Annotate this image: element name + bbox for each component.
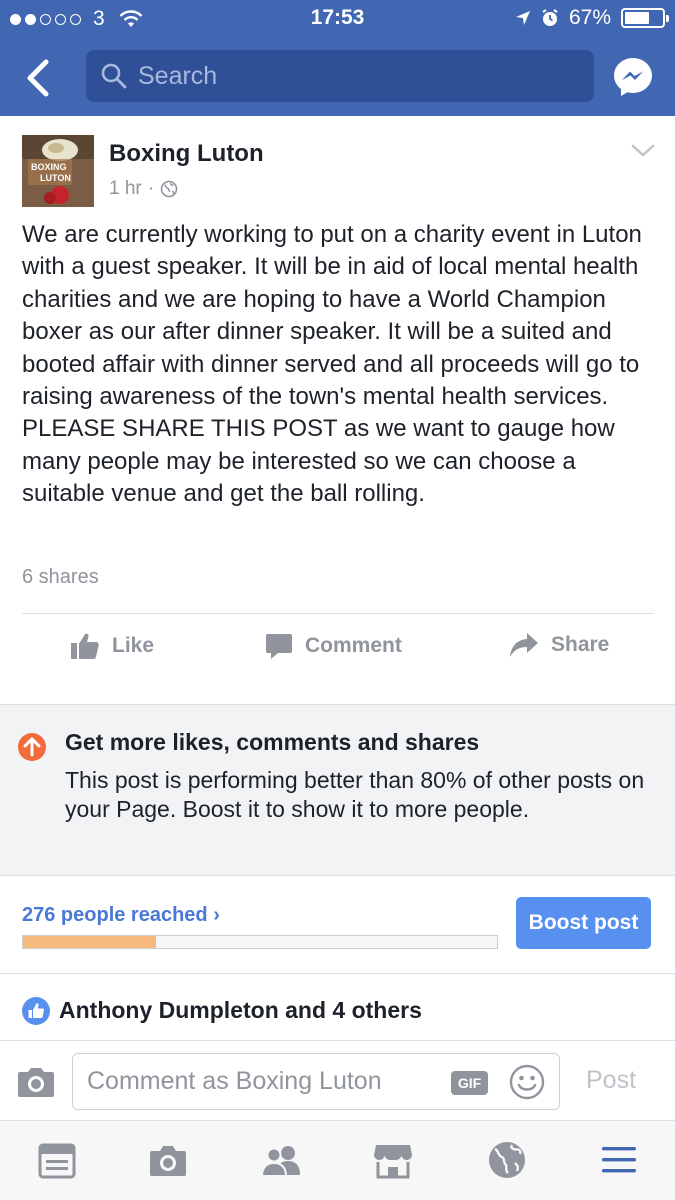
like-reaction-icon	[22, 997, 50, 1025]
back-chevron-icon[interactable]	[18, 56, 62, 100]
battery-icon	[621, 8, 669, 28]
messenger-icon[interactable]	[612, 56, 654, 98]
search-placeholder: Search	[138, 61, 218, 90]
camera-icon[interactable]	[17, 1066, 55, 1098]
comment-icon	[266, 634, 292, 659]
status-right: 67%	[515, 6, 669, 30]
share-arrow-icon	[510, 633, 538, 657]
reach-section: 276 people reached › Boost post	[0, 876, 675, 974]
avatar-text-line1: BOXING	[31, 162, 67, 172]
arrow-up-circle-icon	[18, 733, 46, 761]
menu-icon[interactable]	[598, 1139, 640, 1181]
camera-tab-icon[interactable]	[147, 1139, 189, 1181]
reactions-row[interactable]: Anthony Dumpleton and 4 others	[0, 975, 675, 1041]
battery-percent: 67%	[568, 6, 611, 29]
boost-description: This post is performing better than 80% …	[65, 767, 645, 822]
post-timestamp[interactable]: 1 hr	[109, 178, 142, 200]
reach-progress-bar	[22, 935, 498, 949]
alarm-icon	[542, 9, 558, 26]
meta-separator: ·	[147, 178, 155, 199]
status-bar: 3 17:53 67%	[0, 0, 675, 38]
share-label: Share	[551, 633, 610, 656]
comment-input[interactable]: Comment as Boxing Luton GIF	[72, 1053, 560, 1110]
avatar-logo: BOXING LUTON	[22, 135, 94, 207]
globe-icon[interactable]	[486, 1139, 528, 1181]
news-feed-icon[interactable]	[36, 1139, 78, 1181]
post-comment-button[interactable]: Post	[586, 1066, 636, 1095]
nav-bar: Search	[0, 38, 675, 116]
bottom-tab-bar	[0, 1121, 675, 1200]
like-label: Like	[112, 634, 155, 657]
post-body: We are currently working to put on a cha…	[22, 221, 642, 508]
comment-composer: Comment as Boxing Luton GIF Post	[0, 1041, 675, 1121]
boost-suggestion-banner: Get more likes, comments and shares This…	[0, 704, 675, 876]
page-avatar[interactable]: BOXING LUTON	[22, 135, 94, 207]
page-name[interactable]: Boxing Luton	[109, 140, 264, 168]
chevron-down-icon[interactable]	[630, 142, 656, 160]
location-arrow-icon	[515, 11, 530, 25]
avatar-text-line2: LUTON	[40, 173, 71, 183]
people-reached-link[interactable]: 276 people reached ›	[22, 904, 220, 927]
globe-icon	[160, 180, 178, 198]
comment-placeholder: Comment as Boxing Luton	[87, 1067, 382, 1095]
share-button[interactable]: Share	[509, 632, 609, 658]
comment-button[interactable]: Comment	[265, 632, 402, 660]
friends-icon[interactable]	[260, 1139, 302, 1181]
thumbs-up-icon	[71, 633, 99, 659]
like-button[interactable]: Like	[70, 632, 154, 660]
reach-progress-fill	[23, 936, 156, 948]
divider	[22, 613, 654, 614]
search-icon	[101, 63, 127, 89]
post-meta: 1 hr ·	[109, 178, 178, 200]
search-bar[interactable]: Search	[86, 50, 594, 102]
shares-count[interactable]: 6 shares	[22, 566, 99, 589]
marketplace-icon[interactable]	[372, 1139, 414, 1181]
post-actions: Like Comment Share	[0, 632, 675, 672]
boost-title: Get more likes, comments and shares	[65, 729, 480, 755]
boost-post-button[interactable]: Boost post	[516, 897, 651, 949]
gif-button[interactable]: GIF	[451, 1071, 488, 1095]
reactions-summary: Anthony Dumpleton and 4 others	[59, 997, 422, 1023]
emoji-smiley-icon[interactable]	[509, 1064, 545, 1100]
post-card: BOXING LUTON Boxing Luton 1 hr · We are …	[0, 116, 675, 704]
comment-label: Comment	[305, 634, 402, 657]
